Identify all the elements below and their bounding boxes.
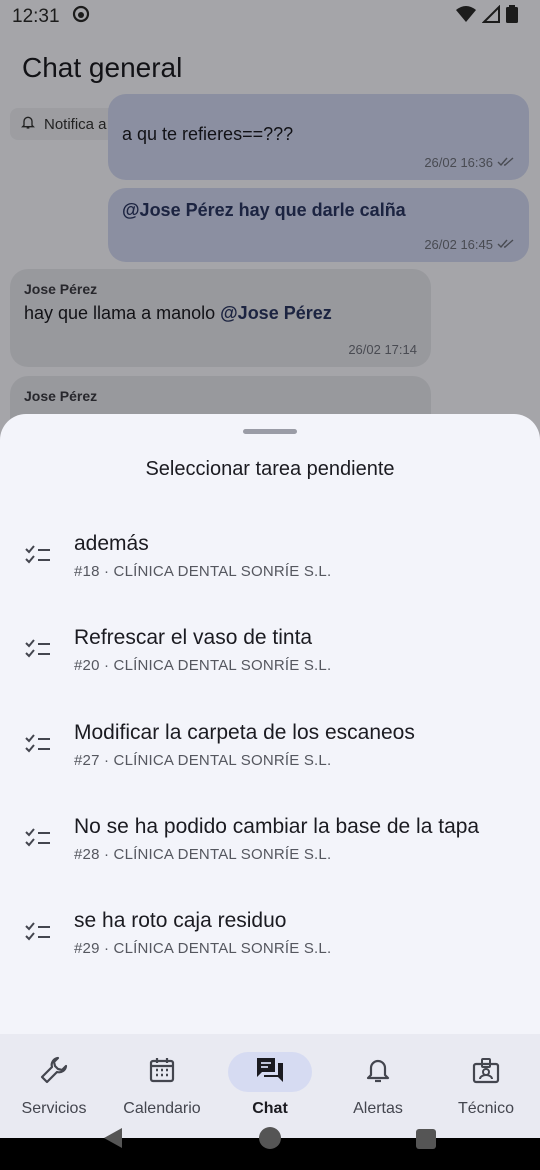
status-time: 12:31 <box>12 6 60 27</box>
nav-item-calendario[interactable]: Calendario <box>108 1034 216 1138</box>
nav-label: Alertas <box>353 1100 403 1117</box>
task-name: se ha roto caja residuo <box>74 909 287 932</box>
task-subtitle: #20 · CLÍNICA DENTAL SONRÍE S.L. <box>74 657 332 674</box>
back-icon[interactable] <box>104 1128 122 1148</box>
task-item[interactable]: No se ha podido cambiar la base de la ta… <box>0 792 540 886</box>
task-subtitle: #18 · CLÍNICA DENTAL SONRÍE S.L. <box>74 563 332 580</box>
task-item[interactable]: se ha roto caja residuo #29 · CLÍNICA DE… <box>0 886 540 980</box>
checklist-icon <box>0 545 74 567</box>
wrench-icon <box>39 1055 69 1090</box>
task-subtitle: #27 · CLÍNICA DENTAL SONRÍE S.L. <box>74 752 332 769</box>
wifi-icon <box>456 5 476 29</box>
sheet-title: Seleccionar tarea pendiente <box>145 458 395 480</box>
checklist-icon <box>0 639 74 661</box>
task-subtitle: #29 · CLÍNICA DENTAL SONRÍE S.L. <box>74 940 332 957</box>
signal-icon <box>481 4 500 29</box>
checklist-icon <box>0 828 74 850</box>
drag-handle[interactable] <box>243 429 297 434</box>
task-name: Refrescar el vaso de tinta <box>74 626 313 649</box>
nav-label: Calendario <box>123 1100 201 1117</box>
nav-label: Chat <box>252 1100 288 1117</box>
chat-icon <box>255 1056 285 1089</box>
battery-icon <box>506 5 518 29</box>
task-subtitle: #28 · CLÍNICA DENTAL SONRÍE S.L. <box>74 846 332 863</box>
screen: 12:31 Chat general Notifica a a qu te re… <box>0 0 540 1170</box>
nav-item-chat[interactable]: Chat <box>216 1034 324 1138</box>
task-item[interactable]: además #18 · CLÍNICA DENTAL SONRÍE S.L. <box>0 509 540 603</box>
task-name: No se ha podido cambiar la base de la ta… <box>74 815 480 838</box>
system-navigation <box>0 1127 540 1170</box>
task-name: Modificar la carpeta de los escaneos <box>74 721 415 744</box>
task-picker-sheet: Seleccionar tarea pendiente además #18 ·… <box>0 414 540 1034</box>
task-item[interactable]: Modificar la carpeta de los escaneos #27… <box>0 698 540 792</box>
bell-icon <box>365 1056 391 1089</box>
recents-icon[interactable] <box>416 1129 436 1149</box>
badge-icon <box>472 1056 500 1089</box>
app-status-icon <box>72 5 90 29</box>
status-bar: 12:31 <box>0 0 540 34</box>
nav-item-servicios[interactable]: Servicios <box>0 1034 108 1138</box>
nav-label: Técnico <box>457 1100 515 1117</box>
checklist-icon <box>0 922 74 944</box>
task-item[interactable]: Refrescar el vaso de tinta #20 · CLÍNICA… <box>0 603 540 697</box>
checklist-icon <box>0 734 74 756</box>
bottom-navigation: Servicios Calendario Chat Alertas Técnic… <box>0 1034 540 1138</box>
task-name: además <box>74 532 149 555</box>
calendar-icon <box>148 1056 176 1089</box>
nav-label: Servicios <box>21 1100 87 1117</box>
nav-item-alertas[interactable]: Alertas <box>324 1034 432 1138</box>
home-icon[interactable] <box>259 1127 281 1149</box>
nav-item-tecnico[interactable]: Técnico <box>432 1034 540 1138</box>
